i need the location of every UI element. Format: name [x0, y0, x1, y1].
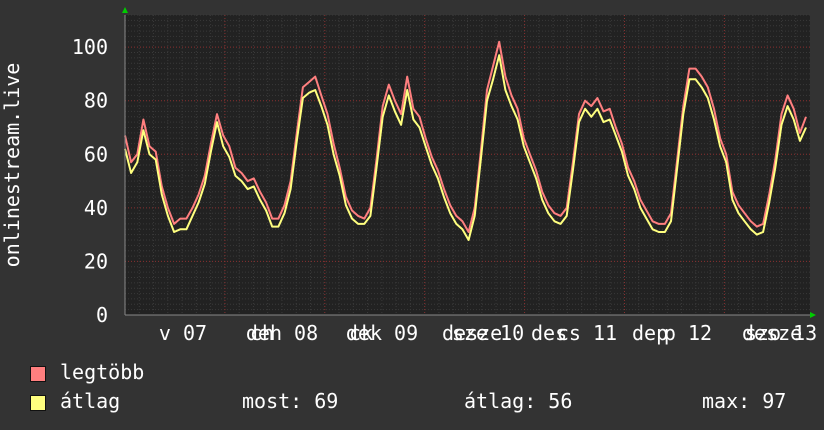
legend-row-avg: átlag most: 69 átlag: 56 max: 97 — [30, 389, 810, 418]
x-tick-overlap-label: ck — [349, 321, 373, 345]
x-tick-label: v 07 — [159, 321, 207, 345]
x-axis: v 07 deh 08 dek 09 sze 10 cs 11 p 12 szo 13ch c… — [159, 321, 817, 345]
legend-label-max: legtöbb — [60, 360, 145, 384]
x-tick-overlap-label: des — [531, 321, 567, 345]
y-axis-arrow-icon — [122, 7, 128, 13]
y-axis-label: onlinestream.live — [0, 63, 24, 268]
y-tick-label: 40 — [84, 196, 108, 220]
legend-swatch-avg — [30, 395, 46, 411]
x-tick-overlap-label: desze — [442, 321, 502, 345]
legend-row-max: legtöbb — [30, 360, 810, 389]
stat-average: átlag: 56 — [464, 389, 573, 413]
y-tick-label: 60 — [84, 142, 108, 166]
y-axis: 0 20 40 60 80 100 — [72, 35, 108, 327]
legend-label-avg: átlag — [60, 389, 121, 413]
x-tick-overlap-label: desze — [742, 321, 802, 345]
x-tick-label: p 12 — [664, 321, 712, 345]
y-tick-label: 80 — [84, 89, 108, 113]
legend: legtöbb átlag most: 69 átlag: 56 max: 97 — [30, 360, 810, 418]
y-tick-label: 0 — [96, 303, 108, 327]
legend-swatch-max — [30, 366, 46, 382]
y-tick-label: 100 — [72, 35, 108, 59]
stat-maximum: max: 97 — [702, 389, 787, 413]
x-axis-arrow-icon — [810, 312, 816, 318]
y-tick-label: 20 — [84, 249, 108, 273]
x-tick-overlap-label: ch — [250, 321, 274, 345]
stat-current: most: 69 — [242, 389, 339, 413]
x-tick-overlap-label: dep — [632, 321, 668, 345]
